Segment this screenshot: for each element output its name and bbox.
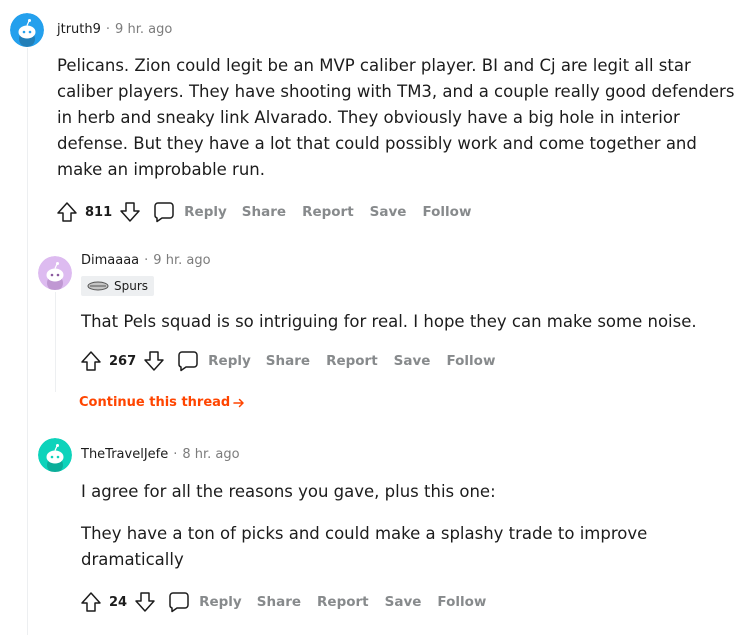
upvote-icon[interactable] xyxy=(55,200,79,224)
share-button[interactable]: Share xyxy=(257,594,301,610)
avatar[interactable] xyxy=(38,438,72,472)
snoo-avatar-icon xyxy=(10,13,44,47)
upvote-icon[interactable] xyxy=(79,590,103,614)
flair-label: Spurs xyxy=(114,279,149,293)
continue-thread-link[interactable]: Continue this thread xyxy=(79,395,245,410)
comment-meta: Dimaaaa · 9 hr. ago xyxy=(81,253,211,268)
follow-button[interactable]: Follow xyxy=(446,353,495,369)
meta-separator: · xyxy=(105,22,111,37)
downvote-icon[interactable] xyxy=(133,590,157,614)
vote-score: 24 xyxy=(109,594,128,610)
reply-label: Reply xyxy=(184,204,227,220)
save-button[interactable]: Save xyxy=(385,594,422,610)
reply-button[interactable]: Reply xyxy=(167,590,242,614)
save-button[interactable]: Save xyxy=(394,353,431,369)
comment-bubble-icon xyxy=(154,202,174,223)
comment-body: I agree for all the reasons you gave, pl… xyxy=(81,479,746,573)
timestamp[interactable]: 9 hr. ago xyxy=(153,253,210,268)
share-button[interactable]: Share xyxy=(242,204,286,220)
body-line: dramatically xyxy=(81,550,184,569)
body-line: defense. But they have a lot that could … xyxy=(57,134,697,153)
comment-meta: jtruth9 · 9 hr. ago xyxy=(57,22,172,37)
spurs-flair-icon xyxy=(87,281,109,291)
body-line: in herb and sneaky link Alvarado. They o… xyxy=(57,108,680,127)
vote-score: 811 xyxy=(85,204,113,220)
upvote-icon[interactable] xyxy=(79,349,103,373)
reply-label: Reply xyxy=(199,594,242,610)
body-line: I agree for all the reasons you gave, pl… xyxy=(81,482,496,501)
body-line: That Pels squad is so intriguing for rea… xyxy=(81,312,697,331)
comment-bubble-icon xyxy=(169,592,189,613)
follow-button[interactable]: Follow xyxy=(422,204,471,220)
comment-actions: 24 Reply Share Report Save Follow xyxy=(79,588,486,616)
body-line: make an improbable run. xyxy=(57,160,265,179)
author-name[interactable]: TheTravelJefe xyxy=(81,447,168,462)
user-flair: Spurs xyxy=(81,276,155,296)
thread-line-root[interactable] xyxy=(27,48,28,635)
body-line: They have a ton of picks and could make … xyxy=(81,524,648,543)
report-button[interactable]: Report xyxy=(317,594,369,610)
comment-bubble-icon xyxy=(178,351,198,372)
snoo-avatar-icon xyxy=(38,438,72,472)
timestamp[interactable]: 8 hr. ago xyxy=(182,447,239,462)
reply-button[interactable]: Reply xyxy=(152,200,227,224)
meta-separator: · xyxy=(144,253,149,268)
comment-actions: 811 Reply Share Report Save Follow xyxy=(55,198,471,226)
author-name[interactable]: jtruth9 xyxy=(57,22,101,37)
meta-separator: · xyxy=(173,447,178,462)
share-button[interactable]: Share xyxy=(266,353,310,369)
downvote-icon[interactable] xyxy=(118,200,142,224)
report-button[interactable]: Report xyxy=(326,353,378,369)
save-button[interactable]: Save xyxy=(370,204,407,220)
body-line: caliber players. They have shooting with… xyxy=(57,82,735,101)
author-name[interactable]: Dimaaaa xyxy=(81,253,139,268)
continue-thread-label: Continue this thread xyxy=(79,395,231,410)
body-line: Pelicans. Zion could legit be an MVP cal… xyxy=(57,56,691,75)
comment-actions: 267 Reply Share Report Save Follow xyxy=(79,347,495,375)
avatar[interactable] xyxy=(10,13,44,47)
reply-button[interactable]: Reply xyxy=(176,349,251,373)
arrow-right-icon xyxy=(233,398,244,407)
vote-score: 267 xyxy=(109,353,137,369)
avatar[interactable] xyxy=(38,256,72,290)
comment-body: Pelicans. Zion could legit be an MVP cal… xyxy=(57,53,747,183)
comment-meta: TheTravelJefe · 8 hr. ago xyxy=(81,447,240,462)
comment-body: That Pels squad is so intriguing for rea… xyxy=(81,309,746,335)
report-button[interactable]: Report xyxy=(302,204,354,220)
snoo-avatar-icon xyxy=(38,256,72,290)
downvote-icon[interactable] xyxy=(142,349,166,373)
follow-button[interactable]: Follow xyxy=(437,594,486,610)
thread-line-dimaaaa[interactable] xyxy=(55,292,56,392)
reply-label: Reply xyxy=(208,353,251,369)
timestamp[interactable]: 9 hr. ago xyxy=(115,22,172,37)
